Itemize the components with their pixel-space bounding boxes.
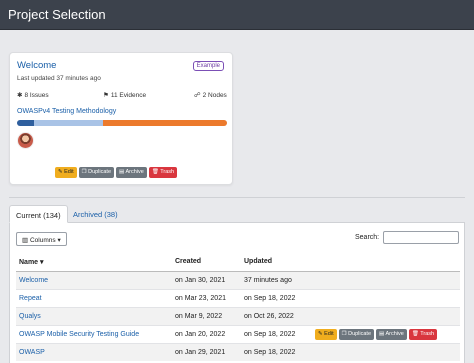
flag-icon: ⚑ bbox=[103, 92, 109, 99]
archive-icon: ▤ bbox=[119, 169, 125, 175]
actions-cell bbox=[312, 288, 460, 307]
column-header-created[interactable]: Created bbox=[172, 253, 241, 272]
trash-button[interactable]: 🗑 Trash bbox=[148, 167, 178, 178]
project-name-cell: OWASP Mobile Security Testing Guide bbox=[16, 324, 172, 343]
bug-icon: ✱ bbox=[17, 92, 23, 99]
duplicate-button[interactable]: ❐ Duplicate bbox=[338, 328, 375, 340]
created-cell: on Mar 23, 2021 bbox=[172, 288, 241, 307]
project-link[interactable]: OWASP Mobile Security Testing Guide bbox=[19, 331, 139, 338]
project-card-actions: ✎ Edit ❐ Duplicate ▤ Archive 🗑 Trash bbox=[55, 167, 178, 178]
issues-count: 8 Issues bbox=[24, 92, 49, 99]
table-row: Welcome on Jan 30, 2021 37 minutes ago bbox=[16, 270, 460, 289]
issues-stat: ✱ 8 Issues bbox=[17, 91, 49, 99]
methodology-link[interactable]: OWASPv4 Testing Methodology bbox=[17, 108, 116, 115]
created-cell: on Mar 9, 2022 bbox=[172, 306, 241, 325]
archive-button[interactable]: ▤ Archive bbox=[116, 167, 147, 178]
project-name-cell: OWASP bbox=[16, 342, 172, 361]
updated-cell: on Oct 26, 2022 bbox=[241, 306, 312, 325]
progress-segment bbox=[103, 120, 227, 126]
pencil-icon: ✎ bbox=[58, 169, 63, 175]
trash-button[interactable]: 🗑 Trash bbox=[408, 328, 438, 340]
progress-segment bbox=[33, 120, 104, 126]
table-row: OWASP Mobile Security Testing Guide on J… bbox=[16, 324, 460, 343]
created-cell: on Jan 20, 2022 bbox=[172, 324, 241, 343]
table-row: Repeat on Mar 23, 2021 on Sep 18, 2022 bbox=[16, 288, 460, 307]
tab-archived[interactable]: Archived (38) bbox=[67, 205, 124, 223]
evidence-stat: ⚑ 11 Evidence bbox=[103, 91, 146, 99]
project-tabs: Current (134) Archived (38) bbox=[9, 205, 465, 223]
table-header-row: Name ▾ Created Updated bbox=[16, 253, 460, 272]
nodes-count: 2 Nodes bbox=[202, 92, 227, 99]
top-bar: Project Selection bbox=[0, 0, 474, 30]
project-link[interactable]: Welcome bbox=[19, 277, 48, 284]
example-badge: Example bbox=[192, 61, 224, 71]
projects-table: Name ▾ Created Updated Welcome on Jan 30… bbox=[16, 253, 460, 361]
edit-button[interactable]: ✎ Edit bbox=[55, 167, 77, 178]
project-name-cell: Qualys bbox=[16, 306, 172, 325]
created-cell: on Jan 29, 2021 bbox=[172, 342, 241, 361]
row-actions: ✎ Edit ❐ Duplicate ▤ Archive 🗑 Trash bbox=[315, 328, 457, 340]
project-card-welcome: Welcome Example Last updated 37 minutes … bbox=[9, 52, 233, 185]
project-link[interactable]: Repeat bbox=[19, 295, 42, 302]
created-cell: on Jan 30, 2021 bbox=[172, 270, 241, 289]
columns-icon: ▥ bbox=[22, 237, 29, 244]
projects-panel: Current (134) Archived (38) ▥ Columns ▾ … bbox=[9, 205, 465, 363]
table-row: Qualys on Mar 9, 2022 on Oct 26, 2022 bbox=[16, 306, 460, 325]
edit-button[interactable]: ✎ Edit bbox=[315, 328, 337, 340]
caret-down-icon: ▾ bbox=[57, 237, 61, 244]
search-label: Search: bbox=[355, 234, 380, 241]
nodes-stat: ☍ 2 Nodes bbox=[194, 91, 227, 99]
project-link[interactable]: Qualys bbox=[19, 313, 41, 320]
duplicate-button[interactable]: ❐ Duplicate bbox=[78, 167, 115, 178]
actions-cell bbox=[312, 270, 460, 289]
column-header-updated[interactable]: Updated bbox=[241, 253, 312, 272]
section-divider bbox=[9, 197, 465, 198]
actions-cell bbox=[312, 342, 460, 361]
table-row: OWASP on Jan 29, 2021 on Sep 18, 2022 bbox=[16, 342, 460, 361]
trash-icon: 🗑 bbox=[411, 330, 419, 337]
search-input[interactable] bbox=[383, 231, 459, 244]
sitemap-icon: ☍ bbox=[194, 92, 201, 99]
updated-cell: on Sep 18, 2022 bbox=[241, 324, 312, 343]
columns-button[interactable]: ▥ Columns ▾ bbox=[16, 232, 67, 246]
project-link[interactable]: OWASP bbox=[19, 349, 45, 356]
last-updated-text: Last updated 37 minutes ago bbox=[17, 75, 101, 82]
progress-segment bbox=[17, 120, 34, 126]
archive-button[interactable]: ▤ Archive bbox=[376, 328, 407, 340]
project-card-title[interactable]: Welcome bbox=[17, 60, 56, 71]
copy-icon: ❐ bbox=[341, 330, 347, 337]
evidence-count: 11 Evidence bbox=[110, 92, 147, 99]
column-header-actions bbox=[312, 253, 460, 272]
copy-icon: ❐ bbox=[81, 169, 87, 175]
sort-desc-icon: ▾ bbox=[40, 258, 44, 266]
project-name-cell: Welcome bbox=[16, 270, 172, 289]
column-header-name[interactable]: Name ▾ bbox=[16, 253, 172, 272]
avatar[interactable] bbox=[17, 132, 34, 149]
page-title: Project Selection bbox=[8, 7, 106, 22]
actions-cell bbox=[312, 306, 460, 325]
project-name-cell: Repeat bbox=[16, 288, 172, 307]
actions-cell: ✎ Edit ❐ Duplicate ▤ Archive 🗑 Trash bbox=[312, 324, 460, 343]
updated-cell: on Sep 18, 2022 bbox=[241, 342, 312, 361]
trash-icon: 🗑 bbox=[151, 169, 159, 175]
updated-cell: on Sep 18, 2022 bbox=[241, 288, 312, 307]
tab-current[interactable]: Current (134) bbox=[9, 205, 68, 223]
archive-icon: ▤ bbox=[379, 330, 385, 337]
pencil-icon: ✎ bbox=[318, 330, 323, 337]
updated-cell: 37 minutes ago bbox=[241, 270, 312, 289]
tab-content-current: ▥ Columns ▾ Search: Name ▾ Created Updat… bbox=[9, 223, 465, 363]
methodology-progress-bar bbox=[17, 120, 227, 126]
